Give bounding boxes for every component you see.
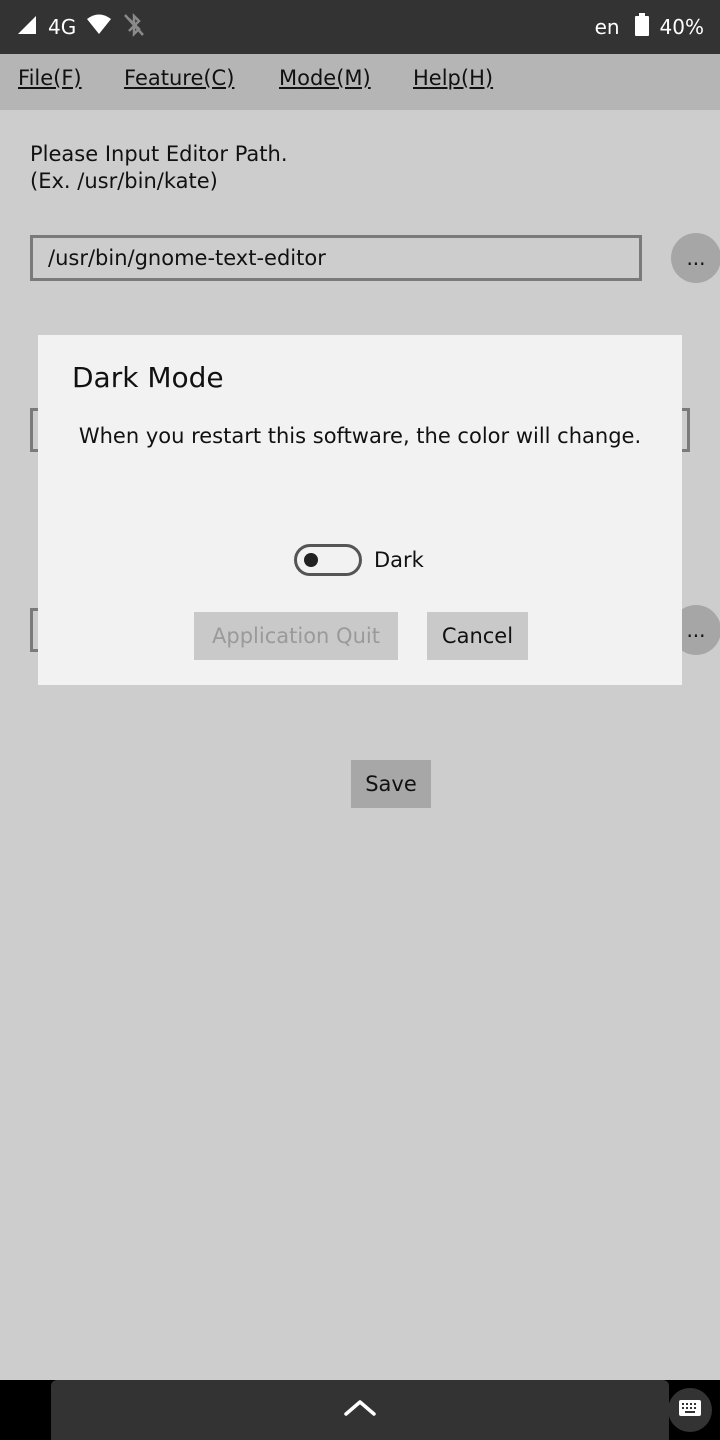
toggle-knob [304, 553, 318, 567]
dark-toggle-label: Dark [374, 548, 424, 572]
obscured-field-edge [30, 408, 38, 452]
editor-path-label: Please Input Editor Path. (Ex. /usr/bin/… [30, 141, 288, 195]
dialog-message: When you restart this software, the colo… [78, 424, 642, 448]
save-button[interactable]: Save [351, 760, 431, 808]
status-right: en 40% [595, 0, 704, 54]
menu-file-mnemonic: F [18, 66, 29, 90]
editor-path-input[interactable] [30, 235, 642, 281]
menu-feature-label: eature(C) [134, 66, 235, 90]
menu-mode-label: ode(M) [297, 66, 371, 90]
language-indicator: en [594, 15, 620, 39]
editor-browse-button[interactable]: ... [671, 233, 720, 283]
dark-toggle-row: Dark [294, 544, 424, 576]
screen: 4G en 40% File(F) Feature(C) Mode(M) Hel… [0, 0, 720, 1440]
menu-help[interactable]: Help(H) [413, 54, 493, 110]
application-quit-button[interactable]: Application Quit [194, 612, 398, 660]
network-type: 4G [48, 15, 77, 39]
wifi-icon [86, 14, 112, 40]
menu-feature[interactable]: Feature(C) [124, 54, 234, 110]
obscured-field-edge-right [682, 408, 690, 452]
keyboard-button[interactable] [668, 1388, 712, 1432]
obscured-field-edge-2 [30, 608, 38, 652]
bluetooth-off-icon [122, 12, 146, 42]
cancel-button[interactable]: Cancel [427, 612, 528, 660]
status-left: 4G [16, 0, 146, 54]
chevron-up-icon [343, 1398, 377, 1422]
dark-mode-toggle[interactable] [294, 544, 362, 576]
menu-help-mnemonic: H [413, 66, 429, 90]
signal-icon [16, 14, 38, 40]
dialog-title: Dark Mode [72, 361, 224, 394]
menu-bar: File(F) Feature(C) Mode(M) Help(H) [0, 54, 720, 110]
menu-mode-mnemonic: M [279, 66, 298, 90]
menu-file[interactable]: File(F) [18, 54, 82, 110]
app-drawer-handle[interactable] [51, 1380, 669, 1440]
editor-path-label-line2: (Ex. /usr/bin/kate) [30, 169, 218, 193]
battery-level: 40% [659, 15, 704, 39]
menu-file-label: ile(F) [28, 66, 82, 90]
menu-feature-mnemonic: F [124, 66, 135, 90]
navigation-bar [0, 1380, 720, 1440]
status-bar: 4G en 40% [0, 0, 720, 54]
menu-mode[interactable]: Mode(M) [279, 54, 371, 110]
battery-icon [634, 13, 650, 41]
menu-help-label: elp(H) [428, 66, 494, 90]
keyboard-icon [678, 1399, 702, 1421]
dark-mode-dialog: Dark Mode When you restart this software… [38, 335, 682, 685]
editor-path-label-line1: Please Input Editor Path. [30, 142, 288, 166]
